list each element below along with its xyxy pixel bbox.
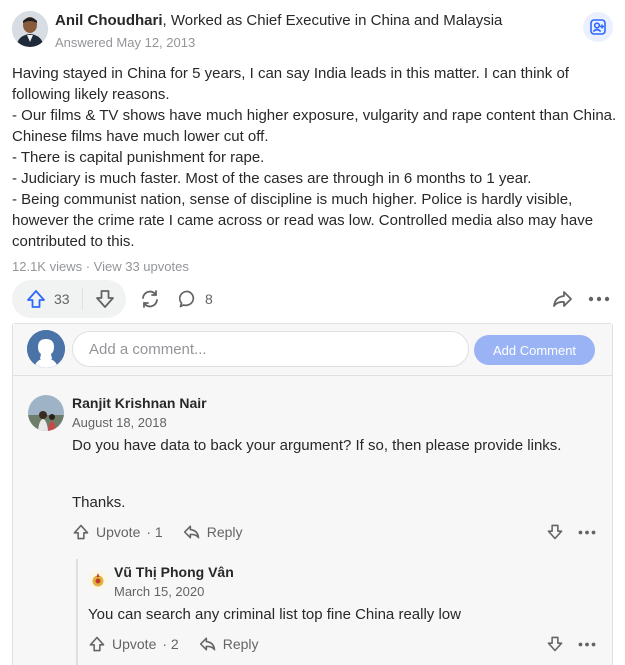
follow-button[interactable] [583, 12, 613, 42]
commenter-name[interactable]: Ranjit Krishnan Nair [72, 395, 207, 411]
comment-date[interactable]: August 18, 2018 [72, 415, 167, 430]
upvote-count: · 1 [146, 524, 163, 540]
arrow-up-icon [88, 635, 106, 653]
comment-more-button[interactable] [576, 633, 598, 655]
comment-reply-button[interactable]: Reply [183, 523, 243, 541]
answered-date[interactable]: Answered May 12, 2013 [55, 35, 195, 50]
user-avatar[interactable] [27, 330, 65, 368]
answer-paragraph: - Judiciary is much faster. Most of the … [12, 170, 532, 187]
forward-button[interactable] [548, 285, 576, 313]
answer-paragraph: - Our films & TV shows have much higher … [12, 107, 617, 145]
upvote-label: Upvote [112, 636, 157, 652]
author-name[interactable]: Anil Choudhari [55, 12, 163, 29]
comment-button[interactable]: 8 [178, 285, 213, 313]
comment-input-placeholder: Add a comment... [89, 340, 207, 358]
author-credential: , Worked as Chief Executive in China and… [162, 12, 503, 29]
comment-upvote-button[interactable]: Upvote · 1 [72, 523, 163, 541]
follow-user-icon [589, 18, 607, 36]
reply-arrow-icon [183, 523, 201, 541]
upvote-count: · 2 [162, 636, 179, 652]
comment-downvote-button[interactable] [544, 633, 566, 655]
downvote-button[interactable] [85, 280, 125, 318]
vote-divider [82, 288, 83, 310]
more-button[interactable] [585, 285, 613, 313]
author-avatar[interactable] [12, 11, 48, 47]
comment-actions: Upvote · 1 Reply [72, 522, 243, 542]
comment-text: Do you have data to back your argument? … [72, 437, 562, 454]
answer-paragraph: Having stayed in China for 5 years, I ca… [12, 65, 569, 103]
share-button[interactable] [136, 285, 164, 313]
more-dots-icon [588, 296, 610, 302]
reply-arrow-icon [199, 635, 217, 653]
answer-header: Anil Choudhari, Worked as Chief Executiv… [55, 12, 502, 30]
view-count: 12.1K views [12, 259, 83, 274]
comment-downvote-button[interactable] [544, 521, 566, 543]
answer-paragraph: - Being communist nation, sense of disci… [12, 191, 594, 250]
comment-upvote-button[interactable]: Upvote · 2 [88, 635, 179, 653]
upvote-count: 33 [54, 291, 70, 307]
add-comment-button[interactable]: Add Comment [474, 335, 595, 365]
commenter-name[interactable]: Vũ Thị Phong Vân [114, 564, 234, 580]
share-cycle-icon [139, 288, 161, 310]
answer-meta: 12.1K views · View 33 upvotes [12, 259, 189, 274]
answer-body: Having stayed in China for 5 years, I ca… [12, 63, 617, 252]
meta-separator: · [82, 259, 94, 274]
arrow-down-icon [94, 288, 116, 310]
commenter-avatar[interactable] [88, 570, 108, 590]
comment-more-button[interactable] [576, 521, 598, 543]
more-dots-icon [578, 642, 596, 647]
view-upvotes-link[interactable]: View 33 upvotes [94, 259, 189, 274]
upvote-label: Upvote [96, 524, 141, 540]
commenter-avatar[interactable] [28, 395, 64, 431]
arrow-up-icon [72, 523, 90, 541]
comment-text: Thanks. [72, 494, 126, 511]
comment-date[interactable]: March 15, 2020 [114, 584, 204, 599]
speech-bubble-icon [178, 289, 198, 309]
arrow-up-icon [25, 288, 47, 310]
arrow-down-icon [546, 523, 564, 541]
arrow-down-icon [546, 635, 564, 653]
answer-paragraph: - There is capital punishment for rape. [12, 149, 265, 166]
comment-text: You can search any criminal list top fin… [88, 606, 461, 623]
comment-reply-button[interactable]: Reply [199, 635, 259, 653]
upvote-button[interactable]: 33 [12, 280, 78, 318]
comment-input[interactable]: Add a comment... [72, 331, 469, 367]
reply-thread-rail [76, 559, 78, 665]
reply-label: Reply [222, 636, 259, 652]
comment-actions: Upvote · 2 Reply [88, 634, 259, 654]
forward-arrow-icon [551, 288, 573, 310]
reply-label: Reply [206, 524, 243, 540]
comment-count: 8 [205, 291, 213, 307]
more-dots-icon [578, 530, 596, 535]
